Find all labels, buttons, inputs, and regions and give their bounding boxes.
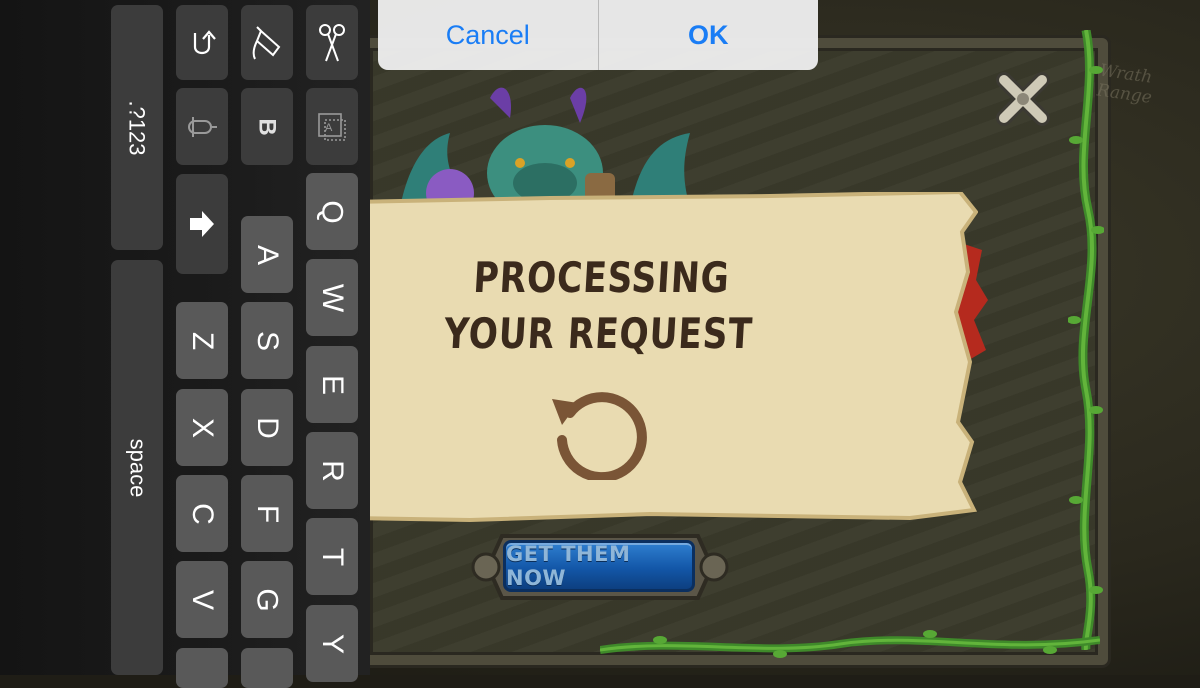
ok-button[interactable]: OK <box>599 0 819 70</box>
key-undo[interactable] <box>176 5 228 80</box>
shift-icon <box>190 211 214 237</box>
key-v[interactable]: V <box>176 561 228 638</box>
key-numbers[interactable]: .?123 <box>111 5 163 250</box>
key-x[interactable]: X <box>176 389 228 466</box>
key-y[interactable]: Y <box>306 605 358 682</box>
map-region-label: Wrath Range <box>1095 60 1154 108</box>
key-w[interactable]: W <box>306 259 358 336</box>
text-format-icon: A <box>318 112 346 141</box>
spinner-refresh-icon <box>552 392 647 480</box>
cancel-button[interactable]: Cancel <box>378 0 598 70</box>
key-t[interactable]: T <box>306 518 358 595</box>
undo-icon <box>193 29 216 54</box>
key-partial[interactable] <box>176 648 228 688</box>
key-r[interactable]: R <box>306 432 358 509</box>
key-c[interactable]: C <box>176 475 228 552</box>
vine-decoration <box>1068 30 1104 650</box>
key-z[interactable]: Z <box>176 302 228 379</box>
key-cut[interactable] <box>306 5 358 80</box>
key-d[interactable]: D <box>241 389 293 466</box>
vine-decoration-bottom <box>600 630 1100 658</box>
onscreen-keyboard: .?123 space Z X C V B A S D F G A Q W E … <box>0 0 370 688</box>
paste-icon <box>252 25 281 59</box>
key-e[interactable]: E <box>306 346 358 423</box>
key-paste[interactable] <box>241 5 293 80</box>
processing-title: PROCESSING YOUR REQUEST <box>442 253 755 358</box>
dictation-icon <box>188 116 217 137</box>
key-f[interactable]: F <box>241 475 293 552</box>
key-text-format[interactable]: A <box>306 88 358 165</box>
key-q[interactable]: Q <box>306 173 358 250</box>
key-space[interactable]: space <box>111 260 163 675</box>
key-bold[interactable]: B <box>241 88 293 165</box>
dragon-art <box>400 87 690 208</box>
get-them-now-button[interactable]: GET THEM NOW <box>503 540 695 592</box>
svg-text:A: A <box>325 122 333 134</box>
alert-action-bar: Cancel OK <box>378 0 818 70</box>
key-shift[interactable] <box>176 174 228 274</box>
cut-icon <box>319 23 345 61</box>
key-a[interactable]: A <box>241 216 293 293</box>
key-s[interactable]: S <box>241 302 293 379</box>
close-x-icon[interactable] <box>994 70 1052 128</box>
key-partial[interactable] <box>241 648 293 688</box>
key-g[interactable]: G <box>241 561 293 638</box>
key-dictation[interactable] <box>176 88 228 165</box>
